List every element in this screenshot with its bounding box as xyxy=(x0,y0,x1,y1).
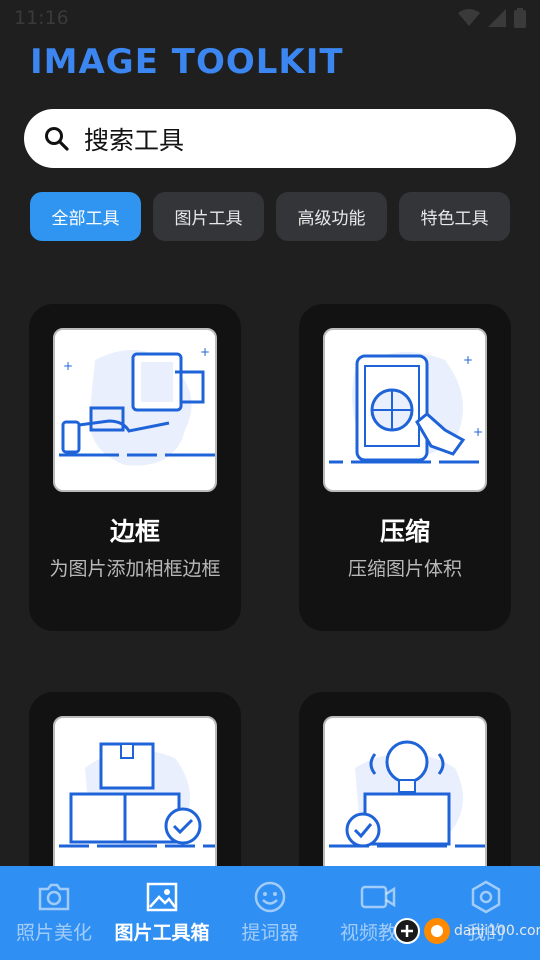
watermark-text: danji100.com xyxy=(454,923,540,939)
signal-icon xyxy=(488,9,506,27)
watermark: danji100.com xyxy=(394,918,540,944)
battery-icon xyxy=(514,8,526,28)
orange-circle-icon xyxy=(424,918,450,944)
card-thumbnail xyxy=(53,716,217,880)
hand-frame-icon: + + xyxy=(59,345,215,466)
nav-label: 提词器 xyxy=(241,922,299,944)
status-time: 11:16 xyxy=(14,7,69,29)
tab-advanced[interactable]: 高级功能 xyxy=(276,192,387,241)
plus-circle-icon xyxy=(394,918,420,944)
tab-all-tools[interactable]: 全部工具 xyxy=(30,192,141,241)
status-bar: 11:16 xyxy=(0,0,540,36)
smile-icon xyxy=(254,881,286,913)
tool-card-compress[interactable]: + + 压缩 压缩图片体积 xyxy=(299,304,511,631)
card-title: 边框 xyxy=(109,517,160,546)
nav-item-photo-beautify[interactable]: 照片美化 xyxy=(0,866,108,960)
svg-text:+: + xyxy=(473,425,483,439)
tab-featured[interactable]: 特色工具 xyxy=(399,192,510,241)
nav-item-image-toolbox[interactable]: 图片工具箱 xyxy=(108,866,216,960)
camera-icon xyxy=(38,883,70,911)
wifi-icon xyxy=(458,9,480,26)
svg-text:+: + xyxy=(463,353,473,367)
tool-card-3[interactable] xyxy=(29,692,241,892)
card-thumbnail: + + xyxy=(53,328,217,492)
search-input[interactable]: 搜索工具 xyxy=(84,121,184,157)
card-description: 压缩图片体积 xyxy=(347,558,462,580)
nav-label: 照片美化 xyxy=(15,922,92,944)
card-thumbnail: + + xyxy=(323,328,487,492)
hexagon-settings-icon xyxy=(471,880,501,914)
category-tabs: 全部工具 图片工具 高级功能 特色工具 xyxy=(30,192,510,241)
nav-item-teleprompter[interactable]: 提词器 xyxy=(216,866,324,960)
tab-image-tools[interactable]: 图片工具 xyxy=(153,192,264,241)
card-title: 压缩 xyxy=(379,517,430,546)
tool-card-4[interactable] xyxy=(299,692,511,892)
card-description: 为图片添加相框边框 xyxy=(49,558,221,580)
tablet-compress-icon: + + xyxy=(329,352,485,464)
image-icon xyxy=(146,882,178,912)
tool-card-border[interactable]: + + 边框 为图片添加相框边框 xyxy=(29,304,241,631)
search-icon xyxy=(45,126,69,151)
svg-text:+: + xyxy=(200,345,210,359)
card-thumbnail xyxy=(323,716,487,880)
app-logo: IMAGE TOOLKIT xyxy=(30,42,344,82)
nav-label: 图片工具箱 xyxy=(114,922,210,944)
bottom-nav: 照片美化 图片工具箱 提词器 视频教学 我的 xyxy=(0,866,540,960)
nav-item-video-tutorial[interactable]: 视频教学 xyxy=(324,866,432,960)
boxes-check-icon xyxy=(59,742,215,848)
svg-text:+: + xyxy=(63,359,73,373)
search-bar[interactable]: 搜索工具 xyxy=(24,109,516,168)
video-icon xyxy=(360,885,396,909)
nav-item-mine[interactable]: 我的 xyxy=(432,866,540,960)
lightbulb-check-icon xyxy=(329,740,485,848)
status-icons xyxy=(458,8,526,28)
